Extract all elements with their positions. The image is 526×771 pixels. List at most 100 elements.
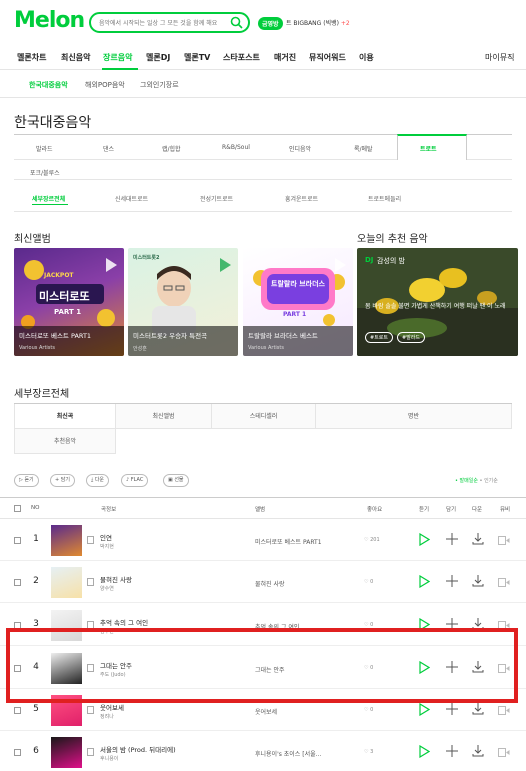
play-icon[interactable] xyxy=(419,575,430,588)
row-like[interactable]: ♡ 0 xyxy=(364,579,373,585)
row-album-thumb[interactable] xyxy=(51,737,82,768)
row-artist[interactable]: 박지현 xyxy=(100,543,114,550)
melon-logo[interactable]: Melon xyxy=(14,8,85,33)
search-icon[interactable] xyxy=(230,16,243,29)
row-album-thumb[interactable] xyxy=(51,567,82,598)
row-artist[interactable]: 후니용이 xyxy=(100,755,118,762)
play-icon[interactable] xyxy=(419,745,430,758)
music-video-icon[interactable] xyxy=(498,536,510,545)
add-icon[interactable] xyxy=(446,575,458,587)
row-album[interactable]: 후니용이's 초이스 [서울... xyxy=(255,749,321,758)
music-video-icon[interactable] xyxy=(498,706,510,715)
album-title[interactable]: 미스터트롯2 우승자 특전곡 xyxy=(133,330,233,340)
add-icon[interactable] xyxy=(446,703,458,715)
flac-button[interactable]: ♪ FLAC xyxy=(121,474,149,487)
album-title[interactable]: 미스터로또 베스트 PART1 xyxy=(19,330,119,340)
row-title[interactable]: 서울의 밤 (Prod. 뒤대리에) xyxy=(100,744,176,754)
row-album[interactable]: 미스터로또 베스트 PART1 xyxy=(255,537,322,546)
nav-genre-music[interactable]: 장르음악 xyxy=(103,52,132,63)
genre-folk[interactable]: 포크/블루스 xyxy=(30,168,60,177)
nav-usage[interactable]: 이용 xyxy=(359,52,374,63)
download-selected-button[interactable]: ⤓ 다운 xyxy=(86,474,110,487)
row-like[interactable]: ♡ 0 xyxy=(364,707,373,713)
row-checkbox[interactable] xyxy=(14,749,21,756)
album-artist[interactable]: Various Artists xyxy=(248,345,348,351)
row-album[interactable]: 물혀진 사랑 xyxy=(255,579,285,588)
subnav-pop[interactable]: 해외POP음악 xyxy=(85,80,125,90)
genre-dance[interactable]: 댄스 xyxy=(103,144,114,153)
add-selected-button[interactable]: + 담기 xyxy=(50,474,75,487)
nav-latest-music[interactable]: 최신음악 xyxy=(61,52,90,63)
row-artist[interactable]: 양수연 xyxy=(100,585,114,592)
genre-trot[interactable]: 트로트 xyxy=(420,144,437,153)
dj-title[interactable]: 감성의 밤 xyxy=(377,256,405,266)
nav-melon-tv[interactable]: 멜론TV xyxy=(184,52,210,63)
genre-rnb[interactable]: R&B/Soul xyxy=(222,144,250,151)
nav-magazine[interactable]: 매거진 xyxy=(274,52,296,63)
promo-badge[interactable]: 금영방 xyxy=(258,17,283,30)
genre-hiphop[interactable]: 랩/힙합 xyxy=(162,144,181,153)
tab-recommended[interactable]: 추천음악 xyxy=(14,429,116,454)
add-icon[interactable] xyxy=(446,745,458,757)
row-album-thumb[interactable] xyxy=(51,525,82,556)
album-artist[interactable]: Various Artists xyxy=(19,345,119,351)
recommend-title[interactable]: 오늘의 추천 음악 xyxy=(357,230,428,245)
row-title[interactable]: 물혀진 사랑 xyxy=(100,574,132,584)
latest-albums-title[interactable]: 최신앨범 xyxy=(14,230,51,245)
select-all-checkbox[interactable] xyxy=(14,505,21,512)
row-like[interactable]: ♡ 3 xyxy=(364,749,373,755)
song-info-icon[interactable] xyxy=(87,578,94,586)
song-info-icon[interactable] xyxy=(87,536,94,544)
album-title[interactable]: 트랄랄라 브라더스 베스트 xyxy=(248,330,348,340)
subgenre-exciting-trot[interactable]: 흥겨운트로트 xyxy=(285,194,318,203)
album-card[interactable]: 트랄랄라 브라더스 PART 1 트랄랄라 브라더스 베스트 Various A… xyxy=(243,248,353,356)
table-row[interactable]: 2 물혀진 사랑 양수연 물혀진 사랑 ♡ 0 xyxy=(0,563,526,603)
tab-latest-albums[interactable]: 최신앨범 xyxy=(116,404,212,429)
row-checkbox[interactable] xyxy=(14,537,21,544)
play-icon[interactable] xyxy=(220,258,231,272)
nav-melon-chart[interactable]: 멜론차트 xyxy=(17,52,46,63)
search-box[interactable] xyxy=(89,12,250,33)
album-card[interactable]: JACKPOT 미스터로또 PART 1 미스터로또 베스트 PART1 Var… xyxy=(14,248,124,356)
subnav-korean[interactable]: 한국대중음악 xyxy=(29,80,68,90)
row-title[interactable]: 인연 xyxy=(100,532,112,542)
play-selected-button[interactable]: ▷ 듣기 xyxy=(14,474,39,487)
add-icon[interactable] xyxy=(446,533,458,545)
subgenre-all[interactable]: 세부장르전체 xyxy=(32,194,65,203)
play-icon[interactable] xyxy=(106,258,117,272)
nav-music-award[interactable]: 뮤직어워드 xyxy=(309,52,346,63)
subgenre-golden-trot[interactable]: 전성기트로트 xyxy=(200,194,233,203)
tab-classic-albums[interactable]: 명반 xyxy=(316,404,512,429)
genre-ballad[interactable]: 발라드 xyxy=(36,144,53,153)
row-like[interactable]: ♡ 201 xyxy=(364,537,380,543)
gift-button[interactable]: ▣ 선물 xyxy=(163,474,189,487)
nav-melon-dj[interactable]: 멜론DJ xyxy=(146,52,170,63)
download-icon[interactable] xyxy=(472,575,484,587)
song-info-icon[interactable] xyxy=(87,706,94,714)
table-row[interactable]: 1 인연 박지현 미스터로또 베스트 PART1 ♡ 201 xyxy=(0,521,526,561)
tab-latest-songs[interactable]: 최신곡 xyxy=(14,404,116,429)
genre-trot-tab[interactable]: 트로트 xyxy=(397,134,467,160)
play-icon[interactable] xyxy=(419,533,430,546)
music-video-icon[interactable] xyxy=(498,578,510,587)
search-input[interactable] xyxy=(99,17,227,29)
tab-steady-seller[interactable]: 스테디셀러 xyxy=(212,404,316,429)
row-title[interactable]: 웃어보세 xyxy=(100,702,124,712)
recommend-tag[interactable]: #트로트 xyxy=(365,332,393,343)
recommend-card[interactable]: DJ 감성의 밤 봄 바람 솔솔 불면 가볍게 산책하기 여행 떠날 땐 이 노… xyxy=(357,248,518,356)
genre-rock[interactable]: 록/메탈 xyxy=(354,144,373,153)
album-card[interactable]: 미스터트롯2 미스터트롯2 우승자 특전곡 안성훈 xyxy=(128,248,238,356)
album-artist[interactable]: 안성훈 xyxy=(133,345,233,352)
table-row[interactable]: 6 서울의 밤 (Prod. 뒤대리에) 후니용이 후니용이's 초이스 [서울… xyxy=(0,733,526,771)
nav-star-post[interactable]: 스타포스트 xyxy=(223,52,260,63)
genre-indie[interactable]: 인디음악 xyxy=(289,144,311,153)
music-video-icon[interactable] xyxy=(498,748,510,757)
subnav-other[interactable]: 그외인기장르 xyxy=(140,80,179,90)
nav-my-music[interactable]: 마이뮤직 xyxy=(485,52,514,63)
row-checkbox[interactable] xyxy=(14,579,21,586)
download-icon[interactable] xyxy=(472,533,484,545)
row-title[interactable]: 추억 속의 그 여인 xyxy=(100,617,148,627)
row-checkbox[interactable] xyxy=(14,707,21,714)
promo-text[interactable]: 트 BIGBANG (빅뱅) +2 xyxy=(286,18,350,27)
subgenre-new-trot[interactable]: 신세대트로트 xyxy=(115,194,148,203)
